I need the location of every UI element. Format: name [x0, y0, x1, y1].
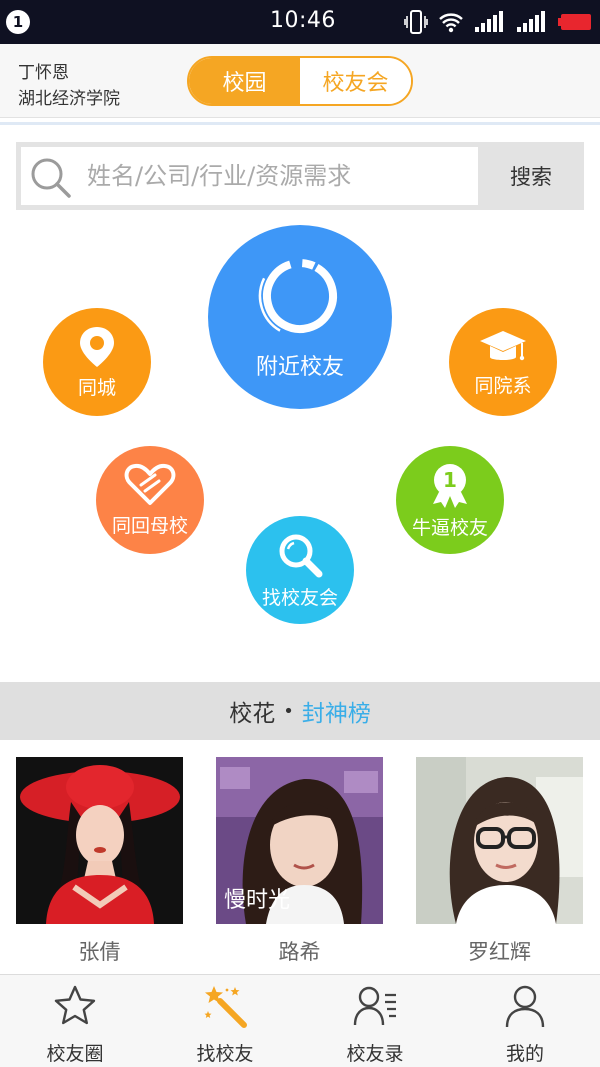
find-association-button[interactable]: 找校友会: [246, 516, 354, 624]
featured-person-card[interactable]: 张倩: [16, 757, 183, 966]
same-department-button[interactable]: 同院系: [449, 308, 557, 416]
user-school: 湖北经济学院: [18, 89, 120, 109]
wifi-icon: [439, 13, 463, 33]
nearby-alumni-button[interactable]: 附近校友: [208, 225, 392, 409]
tab-campus[interactable]: 校园: [189, 58, 300, 104]
vibrate-icon: [404, 10, 428, 34]
signal-1-icon: [475, 11, 503, 32]
tab-alumni-association[interactable]: 校友会: [300, 58, 411, 104]
battery-low-icon: [558, 14, 591, 30]
top-header: 丁怀恩 湖北经济学院 校园 校友会: [0, 44, 600, 118]
tab-label: 校友录: [346, 1043, 404, 1065]
location-pin-icon: [80, 326, 114, 367]
contacts-icon: [353, 986, 396, 1026]
tab-find-alumni[interactable]: 找校友: [150, 975, 300, 1067]
user-name: 丁怀恩: [18, 63, 69, 83]
award-medal-icon: 1: [433, 463, 467, 508]
heart-icon: [124, 463, 176, 505]
status-icons: [404, 8, 592, 36]
status-time: 10:46: [270, 8, 336, 33]
banner-title: 校花: [229, 701, 276, 727]
tab-label: 我的: [505, 1043, 544, 1065]
search-button[interactable]: 搜索: [478, 142, 584, 210]
campus-beauty-banner[interactable]: 校花 • 封神榜: [0, 682, 600, 740]
magnifier-icon: [279, 534, 323, 577]
alma-mater-label: 同回母校: [111, 514, 188, 537]
person-name: 张倩: [78, 940, 121, 964]
find-association-label: 找校友会: [261, 586, 338, 609]
featured-person-card[interactable]: 罗红辉: [416, 757, 583, 966]
tab-label: 找校友: [196, 1043, 254, 1065]
svg-text:1: 1: [443, 468, 457, 492]
nearby-alumni-label: 附近校友: [255, 355, 344, 380]
same-city-label: 同城: [77, 376, 116, 399]
search-bar: 搜索: [16, 142, 584, 210]
tab-label: 校友圈: [46, 1043, 104, 1065]
same-department-label: 同院系: [474, 374, 532, 397]
graduation-cap-icon: [480, 330, 526, 360]
notification-badge: 1: [6, 10, 30, 34]
campus-alumni-toggle: 校园 校友会: [187, 56, 413, 106]
header-divider: [0, 122, 600, 125]
same-city-button[interactable]: 同城: [43, 308, 151, 416]
banner-subtitle: 封神榜: [301, 701, 371, 727]
featured-person-card[interactable]: 慢时光 路希: [216, 757, 383, 966]
tab-me[interactable]: 我的: [450, 975, 600, 1067]
bottom-tab-bar: 校友圈 找校友 校友录 我的: [0, 974, 600, 1067]
person-icon: [505, 985, 545, 1028]
signal-2-icon: [517, 11, 545, 32]
alma-mater-button[interactable]: 同回母校: [96, 446, 204, 554]
search-box[interactable]: [21, 147, 478, 205]
person-name: 路希: [278, 940, 321, 964]
status-bar: 1 10:46: [0, 0, 600, 44]
tab-alumni-directory[interactable]: 校友录: [300, 975, 450, 1067]
search-icon: [31, 158, 71, 198]
radar-icon: [258, 254, 342, 338]
banner-separator: •: [283, 700, 294, 722]
person-photo[interactable]: [416, 757, 583, 924]
tab-alumni-circle[interactable]: 校友圈: [0, 975, 150, 1067]
magic-wand-icon: [204, 986, 247, 1028]
app-screen: 1 10:46 丁怀恩 湖北经济学院 校园 校友会 姓名/公司/行业/资源需求 …: [0, 0, 600, 1067]
top-alumni-button[interactable]: 1 牛逼校友: [396, 446, 504, 554]
search-input[interactable]: [87, 155, 372, 197]
person-name: 罗红辉: [468, 940, 531, 964]
star-icon: [54, 985, 96, 1025]
person-photo[interactable]: [16, 757, 183, 924]
person-photo[interactable]: 慢时光: [216, 757, 383, 924]
top-alumni-label: 牛逼校友: [411, 516, 488, 539]
svg-text:慢时光: 慢时光: [224, 888, 290, 913]
